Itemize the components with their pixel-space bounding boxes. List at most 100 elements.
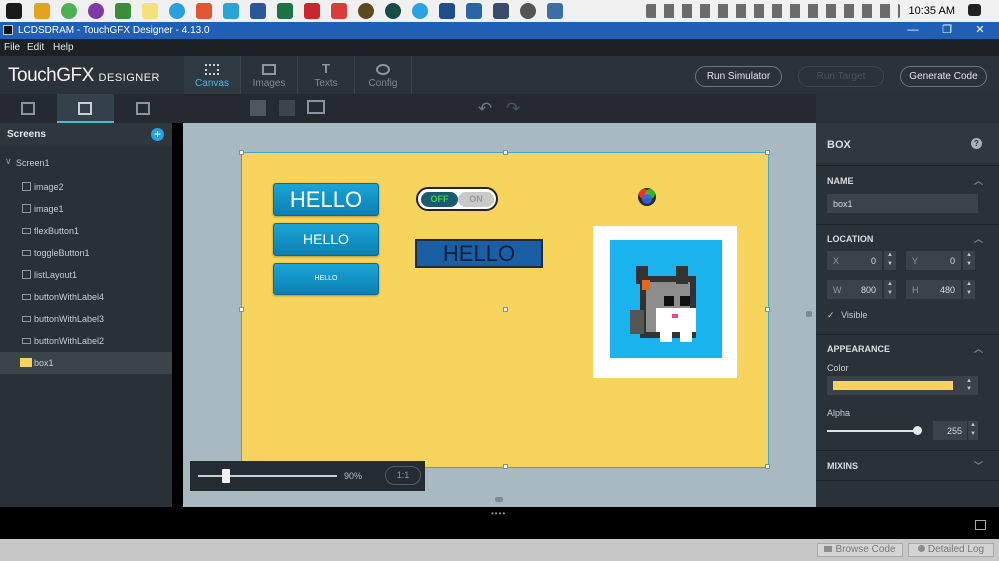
interactions-tab[interactable] xyxy=(114,94,171,123)
app-icon[interactable] xyxy=(439,3,455,19)
hello-button-small[interactable]: HELLO xyxy=(273,263,379,295)
tree-view-tab[interactable] xyxy=(57,94,114,123)
tab-canvas[interactable]: Canvas xyxy=(184,56,241,94)
browser-icon[interactable] xyxy=(61,3,77,19)
visible-checkbox[interactable]: ✓ Visible xyxy=(827,310,867,321)
app-icon[interactable] xyxy=(115,3,131,19)
ide-icon[interactable] xyxy=(466,3,482,19)
log-panel-icon[interactable] xyxy=(975,520,986,530)
excel-icon[interactable] xyxy=(277,3,293,19)
tree-item-flexbutton1[interactable]: flexButton1 xyxy=(0,220,172,242)
alpha-slider-thumb[interactable] xyxy=(913,426,922,435)
run-simulator-button[interactable]: Run Simulator xyxy=(695,66,782,87)
undo-icon[interactable]: ↶ xyxy=(478,99,492,119)
zoom-slider-thumb[interactable] xyxy=(221,469,230,483)
cat-image-frame[interactable] xyxy=(593,226,737,378)
app-icon[interactable] xyxy=(547,3,563,19)
name-field[interactable]: box1 xyxy=(827,194,978,213)
y-stepper[interactable]: ▲ ▼ xyxy=(963,251,975,270)
chevron-down-icon[interactable]: ﹀ xyxy=(974,459,983,472)
h-stepper[interactable]: ▲ ▼ xyxy=(963,280,975,299)
tab-images[interactable]: Images xyxy=(241,56,298,94)
send-backward-icon[interactable] xyxy=(279,100,295,116)
chevron-down-icon[interactable]: ∨ xyxy=(5,156,12,167)
chevron-up-icon[interactable]: ︿ xyxy=(974,342,983,355)
arrange-icon[interactable] xyxy=(307,100,325,114)
redo-icon[interactable]: ↷ xyxy=(506,99,520,119)
detailed-log-button[interactable]: Detailed Log xyxy=(908,543,994,557)
chevron-up-icon[interactable]: ︿ xyxy=(974,174,983,187)
resize-handle[interactable] xyxy=(765,307,770,312)
tree-item-togglebutton1[interactable]: toggleButton1 xyxy=(0,242,172,264)
restore-button[interactable]: ❐ xyxy=(937,23,957,37)
bring-forward-icon[interactable] xyxy=(250,100,266,116)
canvas-scroll-indicator[interactable] xyxy=(495,497,503,502)
canvas-scroll-indicator[interactable] xyxy=(806,311,812,317)
menu-file[interactable]: File xyxy=(4,42,20,53)
alpha-slider-track[interactable] xyxy=(827,430,915,432)
word-icon[interactable] xyxy=(250,3,266,19)
app-icon[interactable] xyxy=(196,3,212,19)
x-field[interactable]: X 0 xyxy=(827,251,882,270)
app-icon[interactable] xyxy=(385,3,401,19)
resize-handle[interactable] xyxy=(503,464,508,469)
menu-help[interactable]: Help xyxy=(53,42,74,53)
generate-code-button[interactable]: Generate Code xyxy=(900,66,987,87)
design-canvas[interactable]: HELLO HELLO HELLO OFF ON HELLO xyxy=(183,123,816,507)
add-screen-icon[interactable]: + xyxy=(151,128,164,141)
resize-handle[interactable] xyxy=(503,150,508,155)
h-field[interactable]: H 480 xyxy=(906,280,961,299)
hello-text-label[interactable]: HELLO xyxy=(415,239,543,268)
panel-resize-handle[interactable]: •••• xyxy=(491,509,506,518)
help-icon[interactable]: ? xyxy=(971,138,982,149)
resize-handle[interactable] xyxy=(765,150,770,155)
close-button[interactable]: ✕ xyxy=(970,23,990,37)
toggle-button[interactable]: OFF ON xyxy=(416,187,498,211)
app-icon[interactable] xyxy=(223,3,239,19)
alpha-field[interactable]: 255 xyxy=(933,421,967,440)
chevron-up-icon[interactable]: ︿ xyxy=(974,232,983,245)
notification-icon[interactable] xyxy=(968,4,981,16)
resize-handle[interactable] xyxy=(239,307,244,312)
alpha-stepper[interactable]: ▲ ▼ xyxy=(968,421,978,440)
tree-item-listlayout1[interactable]: listLayout1 xyxy=(0,264,172,286)
tray-icons[interactable] xyxy=(646,4,900,18)
app-icon[interactable] xyxy=(493,3,509,19)
run-target-button[interactable]: Run Target xyxy=(798,66,884,87)
tree-item-buttonwithlabel4[interactable]: buttonWithLabel4 xyxy=(0,286,172,308)
app-icon[interactable] xyxy=(88,3,104,19)
resize-handle[interactable] xyxy=(765,464,770,469)
tree-item-image2[interactable]: image2 xyxy=(0,176,172,198)
tab-texts[interactable]: T Texts xyxy=(298,56,355,94)
resize-handle[interactable] xyxy=(503,307,508,312)
tree-item-buttonwithlabel3[interactable]: buttonWithLabel3 xyxy=(0,308,172,330)
app-icon[interactable] xyxy=(520,3,536,19)
skype-icon[interactable] xyxy=(412,3,428,19)
app-icon[interactable] xyxy=(358,3,374,19)
zoom-slider-track[interactable] xyxy=(198,475,337,477)
zoom-reset-button[interactable]: 1:1 xyxy=(385,466,421,485)
color-stepper-icon[interactable]: ▲ ▼ xyxy=(966,377,972,393)
add-widget-tab[interactable] xyxy=(0,94,57,123)
resize-handle[interactable] xyxy=(239,150,244,155)
w-field[interactable]: W 800 xyxy=(827,280,882,299)
browse-code-button[interactable]: Browse Code xyxy=(817,543,903,557)
x-stepper[interactable]: ▲ ▼ xyxy=(884,251,896,270)
pdf-icon[interactable] xyxy=(304,3,320,19)
minimize-button[interactable]: — xyxy=(903,23,923,37)
tab-config[interactable]: Config xyxy=(355,56,412,94)
tree-screen[interactable]: ∨ Screen1 xyxy=(0,152,172,174)
telegram-icon[interactable] xyxy=(169,3,185,19)
tree-item-box1[interactable]: box1 xyxy=(0,352,172,374)
app-icon[interactable] xyxy=(331,3,347,19)
color-picker[interactable]: ▲ ▼ xyxy=(827,376,978,395)
system-clock[interactable]: 10:35 AM xyxy=(909,5,955,17)
y-field[interactable]: Y 0 xyxy=(906,251,961,270)
menu-edit[interactable]: Edit xyxy=(27,42,44,53)
windows-start-icon[interactable] xyxy=(6,3,22,19)
color-wheel-image[interactable] xyxy=(636,186,658,208)
box1-widget[interactable]: HELLO HELLO HELLO OFF ON HELLO xyxy=(239,150,770,469)
tree-item-buttonwithlabel2[interactable]: buttonWithLabel2 xyxy=(0,330,172,352)
hello-button-medium[interactable]: HELLO xyxy=(273,223,379,256)
hello-button-large[interactable]: HELLO xyxy=(273,183,379,216)
